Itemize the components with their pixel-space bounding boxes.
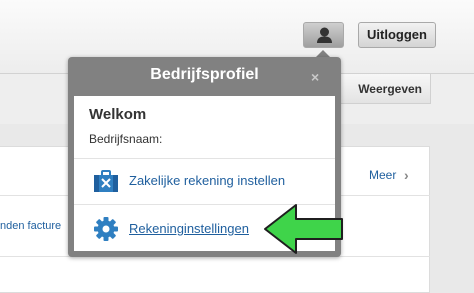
user-icon (317, 27, 332, 43)
company-name-label: Bedrijfsnaam: (89, 132, 163, 146)
card-row-text[interactable]: nden facture (0, 220, 61, 232)
chevron-right-icon[interactable]: › (404, 167, 409, 183)
more-link[interactable]: Meer (369, 168, 396, 182)
welcome-heading: Welkom (89, 106, 147, 123)
setup-business-account-item[interactable]: Zakelijke rekening instellen (74, 160, 335, 200)
divider (74, 158, 335, 159)
toolbox-icon (94, 170, 118, 192)
logout-button[interactable]: Uitloggen (358, 22, 436, 48)
setup-business-account-label[interactable]: Zakelijke rekening instellen (129, 173, 285, 188)
user-menu-button[interactable] (303, 22, 344, 48)
popover-title: Bedrijfsprofiel (150, 66, 259, 83)
account-settings-link[interactable]: Rekeninginstellingen (129, 221, 249, 236)
gear-icon (94, 217, 118, 241)
close-icon[interactable]: × (311, 69, 319, 85)
green-pointer-arrow-icon (264, 204, 343, 254)
view-button[interactable]: Weergeven (335, 74, 431, 104)
